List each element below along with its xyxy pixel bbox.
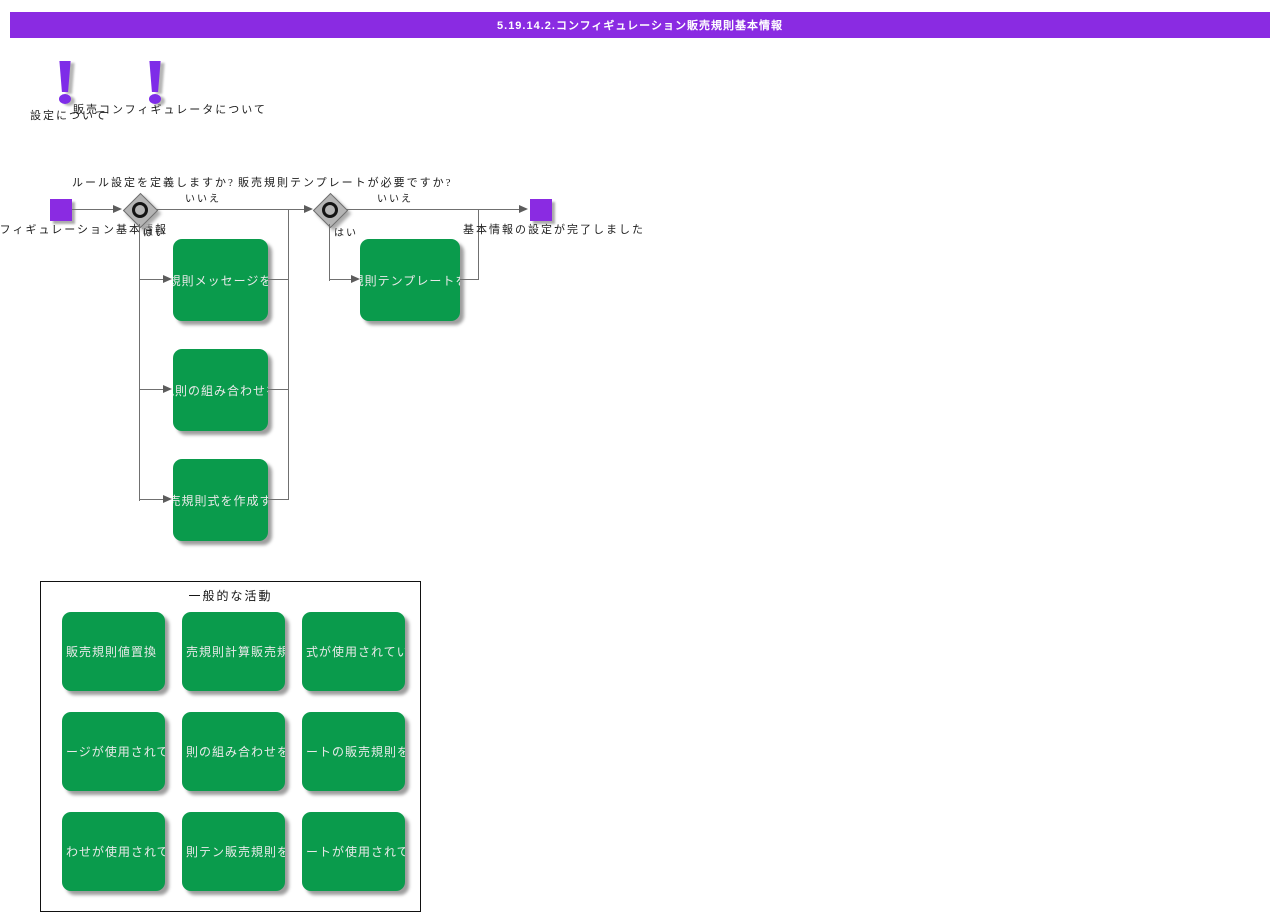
connector-line	[330, 279, 352, 280]
arrow-head	[163, 385, 172, 393]
general-activity-item[interactable]: 則テン販売規則を表示	[182, 812, 285, 891]
arrow-head	[163, 495, 172, 503]
flow-start-node	[50, 199, 72, 221]
general-activity-item[interactable]: わせが使用されて販売	[62, 812, 165, 891]
connector-line	[140, 499, 164, 500]
connector-line	[460, 279, 479, 280]
arrow-head	[304, 205, 313, 213]
exclamation-icon	[147, 61, 163, 107]
arrow-head	[519, 205, 528, 213]
general-activity-item[interactable]: 販売規則値置換	[62, 612, 165, 691]
connector-line	[478, 210, 479, 280]
decision1-yes-label: はい	[143, 227, 167, 240]
flow-end-label: 基本情報の設定が完了しました	[463, 224, 645, 237]
arrow-head	[351, 275, 360, 283]
connector-line	[139, 224, 140, 501]
general-activity-item[interactable]: ートが使用されている	[302, 812, 405, 891]
activity-create-rule-combination[interactable]: 販売規則の組み合わせを作成	[173, 349, 268, 431]
note-label-configurator: 販売コンフィギュレータについて	[73, 104, 267, 117]
arrow-head	[163, 275, 172, 283]
exclamation-bar	[58, 61, 72, 92]
decision1-no-label: いいえ	[185, 193, 221, 206]
connector-line	[72, 209, 117, 210]
exclamation-dot	[59, 94, 71, 104]
general-activity-item[interactable]: ートの販売規則を表示	[302, 712, 405, 791]
connector-line	[268, 389, 289, 390]
general-activity-item[interactable]: 式が使用されている場所	[302, 612, 405, 691]
diamond-ring-icon	[322, 202, 338, 218]
activity-create-rule-expression[interactable]: 販売規則式を作成する	[173, 459, 268, 541]
general-activities-panel: 一般的な活動 販売規則値置換 売規則計算販売規則の値 式が使用されている場所 ー…	[40, 581, 421, 912]
connector-line	[140, 389, 164, 390]
exclamation-bar	[148, 61, 162, 92]
diamond-ring-icon	[132, 202, 148, 218]
activity-create-rule-template[interactable]: 販売規則テンプレートを作成	[360, 239, 460, 321]
decision1-question: ルール設定を定義しますか?	[72, 177, 235, 190]
decision-diamond-template-needed	[314, 194, 346, 226]
flow-end-node	[530, 199, 552, 221]
general-activities-title: 一般的な活動	[41, 587, 420, 604]
connector-line	[268, 499, 289, 500]
connector-line	[157, 209, 305, 210]
exclamation-dot	[149, 94, 161, 104]
connector-line	[140, 279, 164, 280]
decision2-yes-label: はい	[334, 227, 358, 240]
connector-line	[268, 279, 289, 280]
arrow-head	[113, 205, 122, 213]
connector-line	[346, 209, 520, 210]
activity-create-rule-message[interactable]: 販売規則メッセージを作成	[173, 239, 268, 321]
connector-line	[329, 224, 330, 281]
general-activity-item[interactable]: 売規則計算販売規則の値	[182, 612, 285, 691]
exclamation-icon	[57, 61, 73, 107]
decision2-question: 販売規則テンプレートが必要ですか?	[238, 177, 453, 190]
decision-diamond-rule-setup	[124, 194, 156, 226]
connector-line	[288, 210, 289, 500]
general-activity-item[interactable]: 則の組み合わせを表示	[182, 712, 285, 791]
general-activity-item[interactable]: ージが使用されてい販売	[62, 712, 165, 791]
page-title: 5.19.14.2.コンフィギュレーション販売規則基本情報	[10, 12, 1270, 38]
decision2-no-label: いいえ	[377, 193, 413, 206]
